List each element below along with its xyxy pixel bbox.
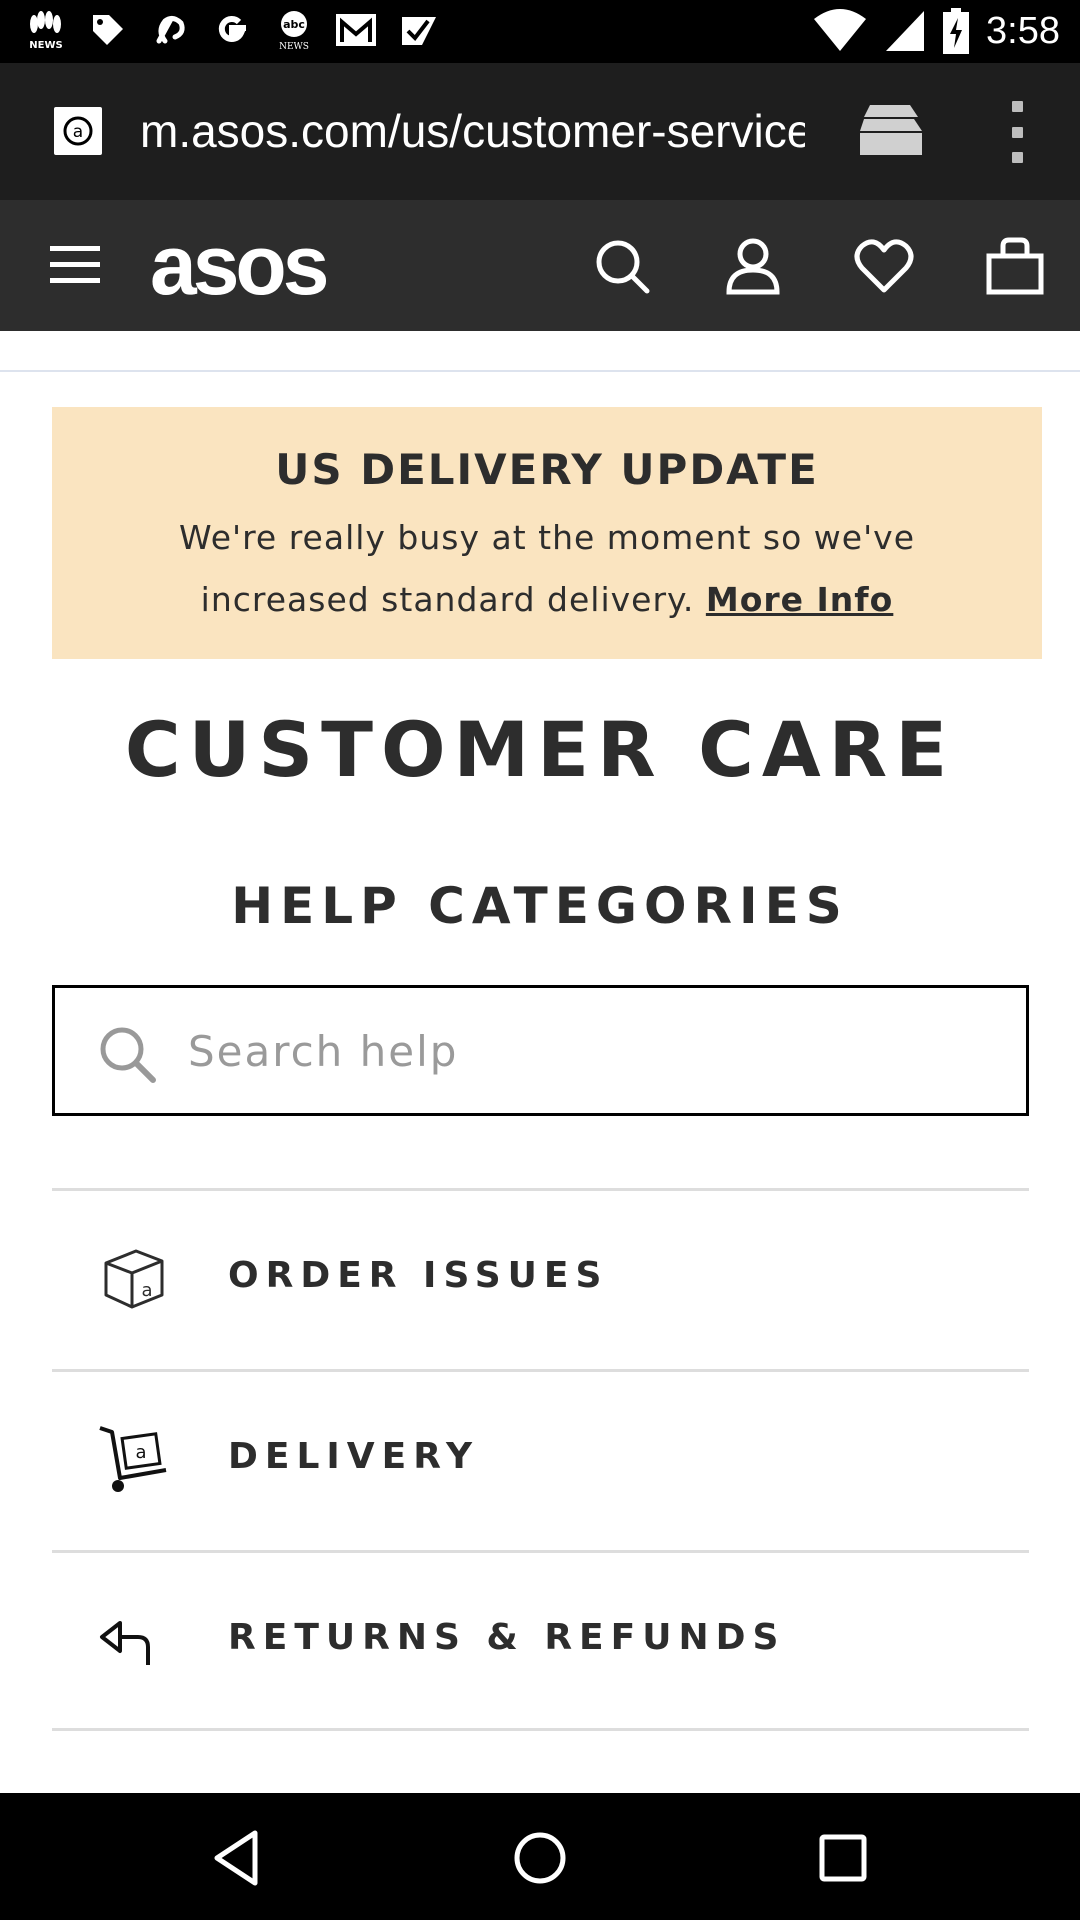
tag-icon <box>86 8 130 52</box>
tabs-icon[interactable] <box>860 103 924 159</box>
browser-toolbar: a m.asos.com/us/customer-service <box>0 63 1080 200</box>
svg-text:a: a <box>141 1280 152 1301</box>
home-icon[interactable] <box>505 1823 575 1893</box>
help-category-list: a ORDER ISSUES a DELIVERY RETURNS & REFU… <box>52 1188 1029 1731</box>
return-arrow-icon <box>100 1621 150 1665</box>
account-icon[interactable] <box>723 236 783 296</box>
search-help-input[interactable] <box>188 1018 988 1084</box>
svg-text:NEWS: NEWS <box>29 40 62 50</box>
category-returns-refunds[interactable]: RETURNS & REFUNDS <box>52 1550 1029 1731</box>
search-icon[interactable] <box>592 236 652 296</box>
battery-icon <box>943 8 970 54</box>
status-time: 3:58 <box>986 9 1060 52</box>
search-help-box[interactable] <box>52 985 1029 1116</box>
hamburger-menu-icon[interactable] <box>50 244 100 286</box>
url-bar[interactable]: m.asos.com/us/customer-service <box>140 103 805 159</box>
section-title: HELP CATEGORIES <box>231 877 849 935</box>
shopping-bag-icon[interactable] <box>985 236 1045 296</box>
banner-title: US DELIVERY UPDATE <box>275 445 819 494</box>
cell-signal-icon <box>886 11 925 51</box>
nbc-news-icon: NEWS <box>24 8 68 52</box>
check-icon <box>396 8 440 52</box>
box-icon: a <box>104 1249 164 1309</box>
svg-text:a: a <box>73 122 83 142</box>
browser-menu-icon[interactable] <box>1000 101 1034 163</box>
svg-text:NEWS: NEWS <box>279 42 309 51</box>
category-label: DELIVERY <box>228 1436 480 1477</box>
recents-icon[interactable] <box>808 1823 878 1893</box>
google-icon <box>210 8 254 52</box>
search-help-icon <box>100 1027 156 1083</box>
category-delivery[interactable]: a DELIVERY <box>52 1369 1029 1550</box>
category-order-issues[interactable]: a ORDER ISSUES <box>52 1188 1029 1369</box>
pinterest-icon <box>148 8 192 52</box>
asos-logo[interactable]: asos <box>150 220 329 310</box>
svg-text:a: a <box>135 1442 146 1463</box>
delivery-update-banner: US DELIVERY UPDATE We're really busy at … <box>52 407 1042 659</box>
category-label: RETURNS & REFUNDS <box>228 1617 786 1658</box>
back-icon[interactable] <box>203 1823 273 1893</box>
svg-text:abc: abc <box>283 18 305 31</box>
notification-icons: NEWS abc NEWS <box>24 8 440 52</box>
wifi-icon <box>814 9 867 51</box>
divider <box>0 370 1080 372</box>
page-title: CUSTOMER CARE <box>124 705 956 794</box>
category-label: ORDER ISSUES <box>228 1255 609 1296</box>
gmail-icon <box>334 8 378 52</box>
site-favicon-icon: a <box>54 107 102 155</box>
more-info-link[interactable]: More Info <box>706 580 893 619</box>
status-bar: NEWS abc NEWS 3:58 <box>0 0 1080 63</box>
abc-news-icon: abc NEWS <box>272 8 316 52</box>
site-header: asos <box>0 200 1080 331</box>
banner-text: We're really busy at the moment so we've… <box>112 507 982 631</box>
trolley-icon: a <box>99 1426 167 1492</box>
android-nav-bar <box>0 1793 1080 1920</box>
heart-icon[interactable] <box>854 236 914 296</box>
